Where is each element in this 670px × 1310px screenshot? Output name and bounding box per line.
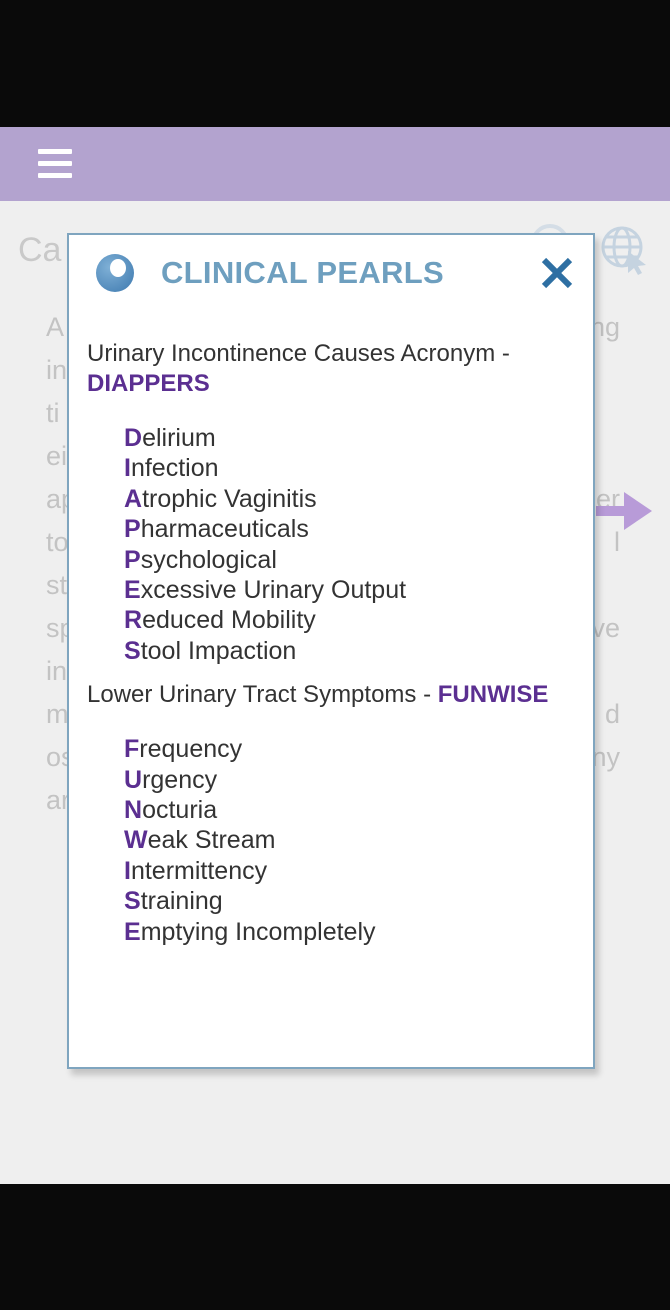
list-item: Reduced Mobility: [124, 606, 316, 635]
section-diappers: Urinary Incontinence Causes Acronym - DI…: [87, 339, 583, 666]
list-item: Nocturia: [124, 796, 218, 825]
dialog-body: Urinary Incontinence Causes Acronym - DI…: [87, 339, 583, 961]
list-item: Intermittency: [124, 856, 268, 885]
section-funwise: Lower Urinary Tract Symptoms - FUNWISE F…: [87, 680, 583, 947]
list-item: Atrophic Vaginitis: [124, 484, 317, 513]
section-heading: Lower Urinary Tract Symptoms - FUNWISE: [87, 681, 549, 709]
close-icon[interactable]: [537, 253, 577, 293]
list-item: Psychological: [124, 545, 277, 574]
list-item: Urgency: [124, 765, 218, 794]
list-item: Delirium: [124, 424, 216, 452]
modal-backdrop: CLINICAL PEARLS Urinary Incontinence Cau…: [0, 127, 670, 1184]
list-item: Frequency: [124, 735, 243, 764]
list-item: Weak Stream: [124, 826, 276, 855]
acronym-list: Delirium Infection Atrophic Vaginitis Ph…: [124, 423, 583, 666]
acronym-diappers: DIAPPERS: [87, 370, 210, 397]
navigation-bar-area: [0, 1184, 670, 1310]
list-item: Excessive Urinary Output: [124, 576, 407, 605]
section-heading: Urinary Incontinence Causes Acronym - DI…: [87, 340, 510, 397]
acronym-list: Frequency Urgency Nocturia Weak Stream I…: [124, 734, 583, 947]
list-item: Infection: [124, 454, 219, 483]
pearl-icon: [96, 254, 134, 292]
acronym-funwise: FUNWISE: [437, 681, 549, 709]
list-item: Emptying Incompletely: [124, 917, 376, 946]
list-item: Straining: [124, 887, 223, 916]
list-item: Stool Impaction: [124, 636, 297, 665]
list-item: Pharmaceuticals: [124, 515, 309, 544]
dialog-title: CLINICAL PEARLS: [161, 255, 444, 290]
status-bar-area: [0, 0, 670, 127]
app-screen: Ca A in ti ei ap to st sp in m os ar ng …: [0, 127, 670, 1184]
clinical-pearls-dialog: CLINICAL PEARLS Urinary Incontinence Cau…: [67, 233, 595, 1069]
